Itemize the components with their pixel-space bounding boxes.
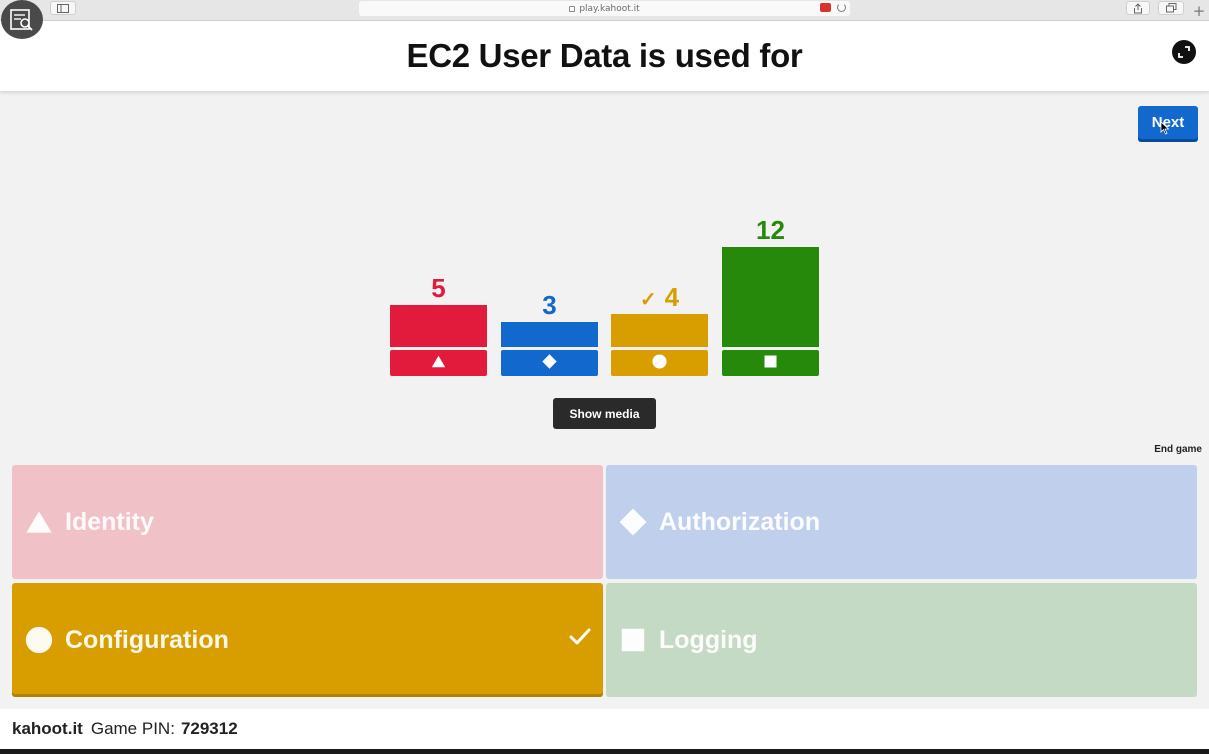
bar-base-diamond bbox=[501, 350, 598, 376]
game-pin-value: 729312 bbox=[180, 719, 238, 738]
square-icon bbox=[619, 626, 647, 654]
bar-count-value: 5 bbox=[431, 273, 446, 304]
brand-label: kahoot.it bbox=[12, 719, 83, 738]
correct-check-icon bbox=[569, 628, 591, 650]
plus-icon: + bbox=[1192, 2, 1206, 20]
bar-base-circle bbox=[611, 350, 708, 376]
game-footer: kahoot.it Game PIN: 729312 bbox=[0, 709, 1209, 749]
circle-icon bbox=[25, 626, 53, 654]
answer-label: Identity bbox=[65, 507, 154, 536]
bar-base-triangle bbox=[390, 350, 487, 376]
show-media-button[interactable]: Show media bbox=[553, 398, 656, 429]
answer-tile-identity[interactable]: Identity bbox=[12, 465, 603, 579]
lock-icon bbox=[569, 5, 576, 12]
triangle-icon bbox=[25, 508, 53, 536]
url-text: play.kahoot.it bbox=[579, 3, 640, 14]
game-pin-label: Game PIN: bbox=[90, 719, 175, 738]
circle-icon bbox=[652, 353, 667, 373]
screen-recorder-badge[interactable] bbox=[1, 0, 43, 39]
sidebar-icon bbox=[57, 3, 69, 13]
tabs-overview-button[interactable] bbox=[1158, 1, 1184, 15]
bar-count-value: 12 bbox=[756, 215, 785, 245]
bar-identity bbox=[390, 305, 487, 347]
question-title: EC2 User Data is used for bbox=[406, 37, 803, 74]
end-game-button[interactable]: End game bbox=[1140, 441, 1202, 457]
bottom-strip bbox=[0, 749, 1209, 754]
browser-toolbar: play.kahoot.it + bbox=[0, 0, 1209, 21]
answer-tile-configuration[interactable]: Configuration bbox=[12, 583, 603, 697]
share-icon bbox=[1134, 2, 1142, 13]
address-bar[interactable]: play.kahoot.it bbox=[359, 1, 850, 16]
answer-label: Authorization bbox=[659, 507, 821, 536]
answer-label: Logging bbox=[659, 625, 758, 654]
diamond-icon bbox=[542, 353, 557, 373]
reload-icon[interactable] bbox=[837, 3, 846, 12]
bar-count-label: 5 bbox=[390, 273, 487, 304]
square-icon bbox=[763, 354, 778, 373]
triangle-icon bbox=[431, 354, 446, 373]
share-button[interactable] bbox=[1126, 1, 1150, 15]
bar-count-label: 12 bbox=[722, 215, 819, 246]
bar-authorization bbox=[501, 322, 598, 347]
bar-count-label: 3 bbox=[501, 290, 598, 321]
diamond-icon bbox=[619, 508, 647, 536]
bar-configuration bbox=[611, 313, 708, 347]
fullscreen-icon[interactable] bbox=[1172, 40, 1196, 64]
bar-logging bbox=[722, 247, 819, 347]
reader-search-icon bbox=[10, 8, 33, 31]
tabs-icon bbox=[1165, 3, 1176, 13]
correct-check-icon: ✓ bbox=[639, 288, 657, 311]
extension-icon[interactable] bbox=[820, 3, 831, 12]
bar-count-label: ✓ 4 bbox=[611, 282, 708, 313]
bar-base-square bbox=[722, 350, 819, 376]
question-header: EC2 User Data is used for bbox=[0, 21, 1209, 91]
answer-tile-logging[interactable]: Logging bbox=[606, 583, 1197, 697]
answer-tile-authorization[interactable]: Authorization bbox=[606, 465, 1197, 579]
sidebar-toggle-button[interactable] bbox=[50, 1, 76, 15]
answer-label: Configuration bbox=[65, 625, 229, 654]
bar-count-value: 4 bbox=[664, 281, 680, 312]
new-tab-button[interactable]: + bbox=[1190, 3, 1208, 19]
bar-count-value: 3 bbox=[542, 290, 557, 320]
mouse-cursor-icon bbox=[1160, 121, 1170, 135]
